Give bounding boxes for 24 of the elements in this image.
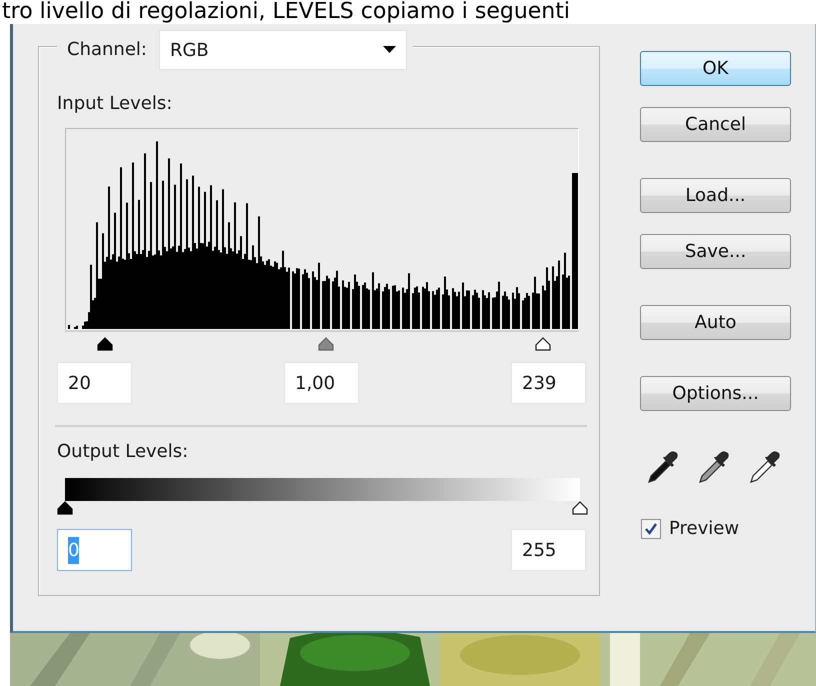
caret-icon [382,46,396,54]
input-levels-label: Input Levels: [57,93,174,115]
channel-dropdown[interactable]: RGB [158,30,407,70]
slider-handle[interactable] [57,501,73,515]
number-field[interactable]: 255 [511,529,586,571]
dialog-button[interactable]: Auto [640,305,791,340]
preview-checkbox[interactable] [641,519,661,539]
number-field[interactable]: 20 [57,362,132,404]
dialog-button[interactable]: Options... [640,376,791,411]
slider-handle[interactable] [572,501,588,515]
number-field[interactable]: 1,00 [284,362,359,404]
caption-text: tro livello di regolazioni, LEVELS copiamo i seguenti [1,0,571,24]
slider-handle[interactable] [97,337,114,351]
number-field[interactable]: 239 [511,362,586,404]
preview-label: Preview [669,518,740,540]
output-levels-label: Output Levels: [57,441,190,463]
dialog-button[interactable]: OK [640,51,791,86]
slider-handle[interactable] [535,337,552,351]
dialog-button[interactable]: Cancel [640,107,791,142]
slider-handle[interactable] [318,337,334,351]
channel-value: RGB [170,38,209,62]
dialog-button[interactable]: Load... [640,178,791,213]
dialog-button[interactable]: Save... [640,234,791,269]
channel-label: Channel: [67,39,147,61]
